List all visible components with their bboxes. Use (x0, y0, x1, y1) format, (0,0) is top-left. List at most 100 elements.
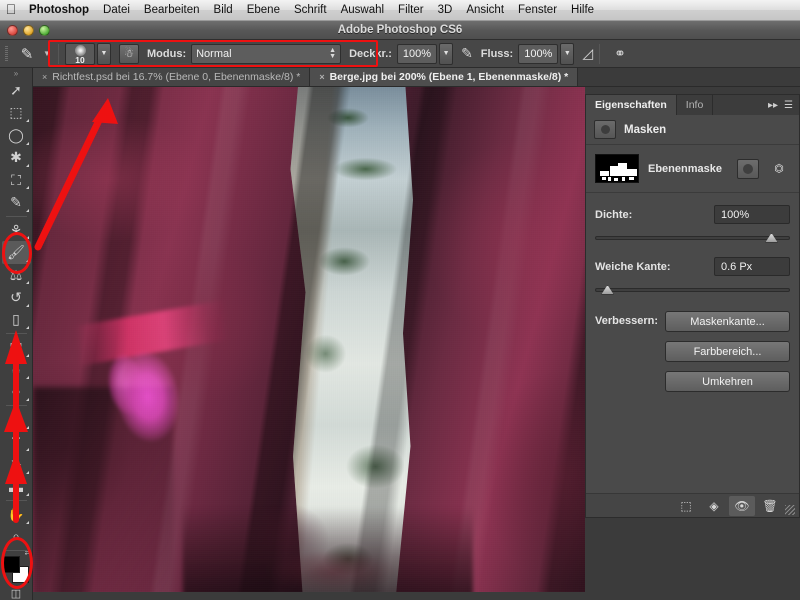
tool-eraser[interactable]: ▯ (2, 309, 31, 331)
feather-slider[interactable] (595, 283, 790, 297)
tool-quick-selection[interactable]: ✱ (2, 147, 31, 169)
invert-button[interactable]: Umkehren (665, 371, 790, 392)
menu-item-hilfe[interactable]: Hilfe (564, 0, 601, 21)
tool-type[interactable]: T (2, 431, 31, 453)
vector-mask-button[interactable]: ⏣ (768, 159, 790, 179)
image-canvas[interactable] (33, 87, 585, 600)
photoshop-window:  Photoshop Datei Bearbeiten Bild Ebene … (0, 0, 800, 600)
brush-smoothing-icon[interactable]: ⚭ (614, 45, 626, 62)
delete-mask-icon[interactable]: 🗑 (757, 496, 783, 516)
toggle-mask-visibility-icon[interactable]: 👁 (729, 495, 755, 516)
menu-item-datei[interactable]: Datei (96, 0, 137, 21)
close-icon[interactable]: × (42, 72, 47, 82)
apple-logo-icon[interactable]:  (0, 2, 22, 18)
tool-rectangle-shape[interactable]: ▬ (2, 476, 31, 498)
tool-clone-stamp[interactable]: ⚖ (2, 264, 31, 286)
tool-move[interactable]: ➚ (2, 79, 31, 101)
document-tab-richtfest[interactable]: × Richtfest.psd bei 16.7% (Ebene 0, Eben… (33, 68, 311, 86)
divider (5, 215, 27, 217)
panel-title: Masken (624, 123, 667, 136)
chevron-down-icon[interactable]: ▼ (42, 49, 52, 58)
tool-gradient[interactable]: ▤ (2, 336, 31, 358)
close-icon[interactable]: × (319, 72, 324, 82)
tool-brush[interactable]: 🖌 (1, 241, 31, 264)
document-tab-label: Berge.jpg bei 200% (Ebene 1, Ebenenmaske… (329, 71, 569, 83)
menu-item-bearbeiten[interactable]: Bearbeiten (137, 0, 207, 21)
flow-dropdown-icon[interactable]: ▼ (560, 42, 575, 65)
density-row: Dichte: 100% (586, 193, 799, 245)
tablet-pressure-icon[interactable]: ☃ (119, 43, 139, 64)
menu-item-auswahl[interactable]: Auswahl (334, 0, 391, 21)
opacity-dropdown-icon[interactable]: ▼ (439, 42, 454, 65)
tool-marquee[interactable]: ⬚ (2, 102, 31, 124)
tools-panel: » ➚ ⬚ ◯ ✱ ⛶ ✎ ⚘ 🖌 ⚖ ↺ ▯ ▤ ◌ ⚭ ✑ T ➤ ▬ ✋ … (0, 68, 33, 600)
reset-colors-icon[interactable]: ⇄ (25, 549, 31, 557)
mask-edge-button[interactable]: Maskenkante... (665, 311, 790, 332)
document-tab-label: Richtfest.psd bei 16.7% (Ebene 0, Ebenen… (52, 71, 301, 83)
divider (5, 500, 27, 502)
opacity-input[interactable]: 100% (396, 43, 438, 64)
feather-row: Weiche Kante: 0.6 Px (586, 245, 799, 297)
properties-panel: Eigenschaften Info ▸▸ ☰ Masken Ebenenmas… (585, 94, 800, 518)
tool-crop[interactable]: ⛶ (2, 169, 31, 191)
tool-pen[interactable]: ✑ (2, 408, 31, 430)
menu-item-filter[interactable]: Filter (391, 0, 431, 21)
foreground-color-swatch[interactable] (2, 555, 20, 573)
color-swatches[interactable]: ⇄ (2, 550, 31, 583)
color-range-button[interactable]: Farbbereich... (665, 341, 790, 362)
brush-preset-dropdown-icon[interactable]: ▼ (97, 42, 111, 65)
menu-item-3d[interactable]: 3D (431, 0, 460, 21)
app-title: Adobe Photoshop CS6 (337, 24, 463, 36)
apply-mask-icon[interactable]: ◈ (701, 496, 727, 516)
quick-mask-icon[interactable]: ◫ (6, 587, 26, 600)
layer-mask-thumbnail[interactable] (595, 154, 639, 183)
panel-title-row: Masken (586, 115, 799, 145)
flow-input[interactable]: 100% (518, 43, 559, 64)
tool-blur[interactable]: ◌ (2, 359, 31, 381)
macos-menu-bar:  Photoshop Datei Bearbeiten Bild Ebene … (0, 0, 800, 21)
menu-item-bild[interactable]: Bild (207, 0, 240, 21)
divider (599, 43, 601, 64)
menu-item-ebene[interactable]: Ebene (240, 0, 287, 21)
tool-path-selection[interactable]: ➤ (2, 453, 31, 475)
tool-lasso[interactable]: ◯ (2, 124, 31, 146)
collapse-panel-icon[interactable]: ▸▸ (768, 100, 778, 111)
brush-tool-icon[interactable]: ✎ (12, 45, 42, 63)
pixel-mask-button[interactable] (737, 158, 759, 179)
refine-buttons: Maskenkante... Farbbereich... Umkehren (665, 311, 790, 392)
brush-preset-picker[interactable]: 10 (65, 42, 95, 65)
document-tab-berge[interactable]: × Berge.jpg bei 200% (Ebene 1, Ebenenmas… (310, 68, 579, 86)
menu-item-fenster[interactable]: Fenster (511, 0, 564, 21)
density-input[interactable]: 100% (714, 205, 790, 224)
airbrush-icon[interactable]: ✎ (461, 45, 473, 62)
flow-label: Fluss: (480, 47, 514, 60)
menu-item-ansicht[interactable]: Ansicht (459, 0, 511, 21)
tool-dodge[interactable]: ⚭ (2, 381, 31, 403)
brush-tip-preview-icon (74, 44, 86, 56)
divider (5, 333, 27, 335)
tools-panel-grip[interactable]: » (0, 68, 32, 79)
tool-history-brush[interactable]: ↺ (2, 286, 31, 308)
menu-item-schrift[interactable]: Schrift (287, 0, 334, 21)
panel-resize-grip[interactable] (785, 505, 795, 515)
panel-menu-icon[interactable]: ☰ (784, 100, 793, 111)
tab-info[interactable]: Info (677, 95, 714, 115)
load-selection-from-mask-icon[interactable]: ⬚ (673, 496, 699, 516)
document-tab-bar: × Richtfest.psd bei 16.7% (Ebene 0, Eben… (33, 68, 800, 87)
tool-hand[interactable]: ✋ (2, 503, 31, 525)
tab-eigenschaften[interactable]: Eigenschaften (586, 95, 677, 115)
tool-zoom[interactable]: ⌕ (2, 526, 31, 548)
tool-eyedropper[interactable]: ✎ (2, 191, 31, 213)
options-bar-grip[interactable] (0, 40, 12, 68)
menu-item-photoshop[interactable]: Photoshop (22, 0, 96, 21)
window-title-bar: Adobe Photoshop CS6 (0, 21, 800, 40)
mask-name: Ebenenmaske (648, 162, 722, 175)
canvas-bottom-strip (33, 592, 585, 600)
tool-spot-healing-brush[interactable]: ⚘ (2, 219, 31, 241)
density-slider[interactable] (595, 231, 790, 245)
feather-input[interactable]: 0.6 Px (714, 257, 790, 276)
blend-mode-select[interactable]: Normal ▲ ▼ (191, 43, 342, 64)
divider (5, 550, 27, 551)
airbrush-toggle-icon[interactable]: ◿ (582, 45, 593, 62)
panel-footer: ⬚ ◈ 👁 🗑 (586, 493, 799, 517)
